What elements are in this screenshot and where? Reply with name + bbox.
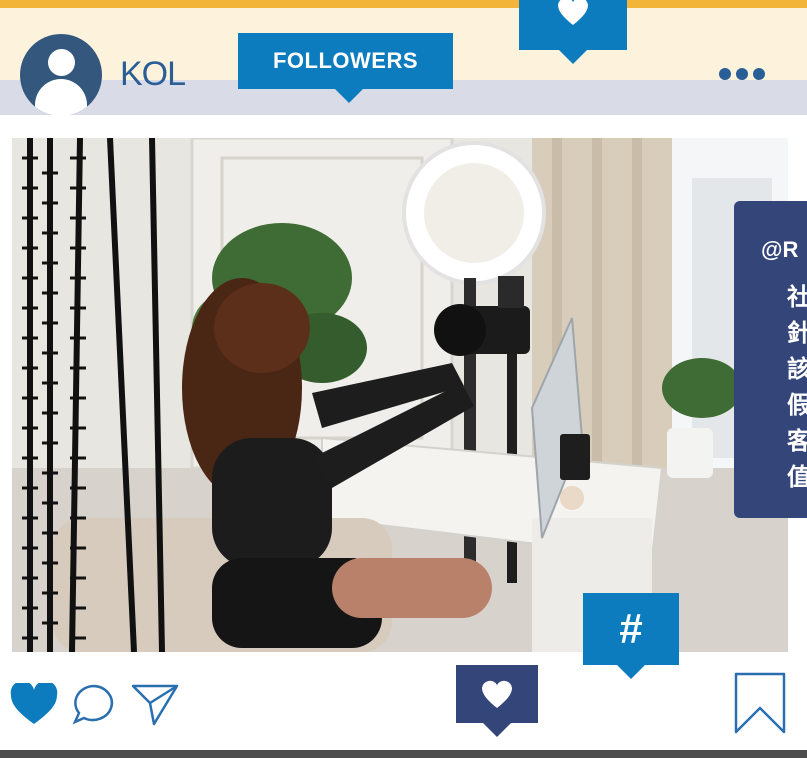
caption-text: 社 針 該 假 客 值: [787, 283, 807, 493]
caption-handle[interactable]: @R: [761, 237, 798, 263]
caption-char: 客: [787, 428, 807, 455]
more-dot: [753, 68, 765, 80]
caption-char: 針: [787, 320, 807, 347]
avatar-head: [48, 49, 75, 76]
like-badge[interactable]: [456, 665, 538, 737]
hashtag-symbol: #: [619, 605, 643, 652]
comment-button[interactable]: [72, 683, 116, 730]
caption-char: 假: [787, 392, 807, 419]
comment-icon: [72, 684, 114, 725]
like-button[interactable]: [10, 680, 58, 730]
more-button[interactable]: [719, 68, 765, 80]
followers-badge[interactable]: FOLLOWERS: [238, 33, 453, 103]
top-border: [0, 0, 807, 8]
top-like-badge: [519, 0, 627, 64]
heart-icon: [482, 680, 512, 708]
avatar[interactable]: [20, 34, 102, 116]
post-photo[interactable]: [12, 138, 788, 652]
bottom-border: [0, 750, 807, 758]
followers-label: FOLLOWERS: [272, 48, 419, 73]
caption-char: 社: [787, 284, 807, 311]
heart-icon: [558, 0, 588, 25]
share-button[interactable]: [130, 681, 180, 732]
username[interactable]: KOL: [120, 55, 186, 94]
more-dot: [719, 68, 731, 80]
side-caption-card: @R 社 針 該 假 客 值: [734, 201, 807, 518]
more-dot: [736, 68, 748, 80]
caption-char: 值: [787, 464, 807, 491]
hashtag-badge[interactable]: #: [583, 593, 679, 679]
heart-icon: [10, 680, 58, 724]
paper-plane-icon: [131, 684, 179, 726]
save-button[interactable]: [733, 671, 787, 740]
avatar-body: [35, 79, 87, 116]
caption-char: 該: [787, 356, 807, 383]
bookmark-icon: [734, 672, 786, 734]
